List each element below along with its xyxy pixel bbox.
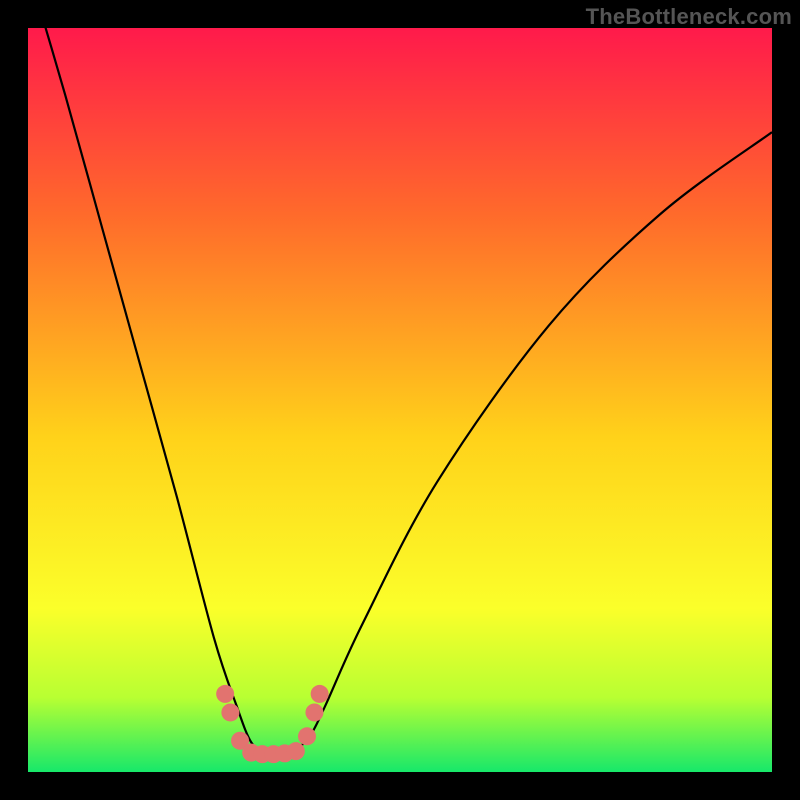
marker-dot — [216, 685, 234, 703]
marker-dot — [298, 727, 316, 745]
chart-frame: TheBottleneck.com — [0, 0, 800, 800]
marker-dot — [287, 742, 305, 760]
marker-dot — [305, 703, 323, 721]
gradient-background — [28, 28, 772, 772]
marker-dot — [221, 703, 239, 721]
plot-area — [28, 28, 772, 772]
plot-svg — [28, 28, 772, 772]
watermark-text: TheBottleneck.com — [586, 4, 792, 30]
marker-dot — [311, 685, 329, 703]
